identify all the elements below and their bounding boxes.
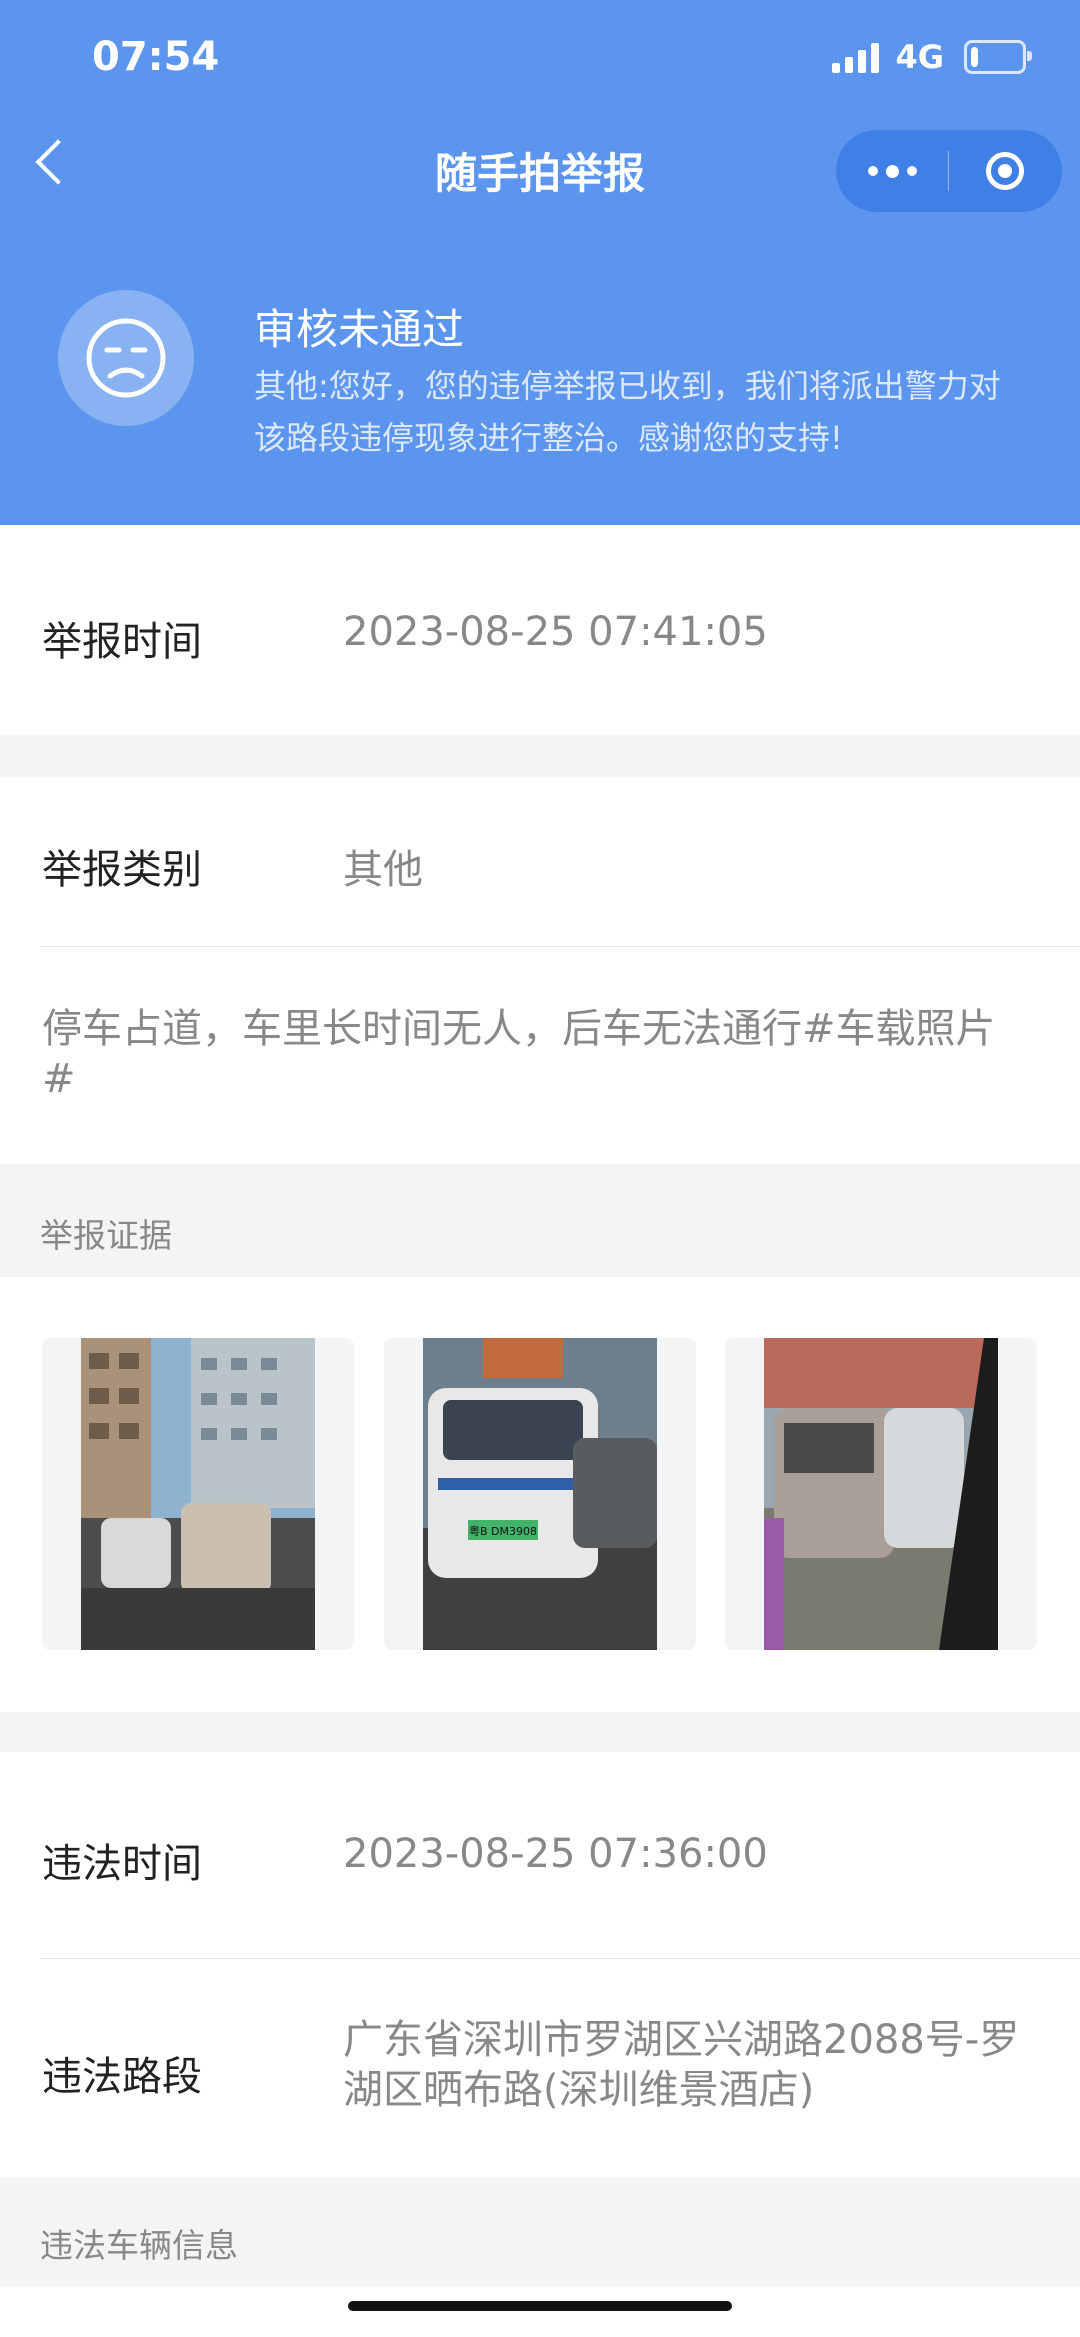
page-header: 07:54 4G 随手拍举报 审核未通过 其他:您好，您的违停举报已收到，我们将… [0, 0, 1080, 525]
vehicle-info-caption: 违法车辆信息 [40, 2226, 238, 2265]
report-time-value: 2023-08-25 07:41:05 [343, 609, 768, 655]
violation-section: 违法时间 2023-08-25 07:36:00 违法路段 广东省深圳市罗湖区兴… [0, 1752, 1080, 2177]
evidence-caption: 举报证据 [40, 1216, 172, 1255]
battery-level [971, 47, 978, 67]
mini-program-capsule [836, 130, 1062, 212]
report-time-label: 举报时间 [42, 619, 202, 665]
vehicle-info-section [0, 2287, 1080, 2337]
report-category-section: 举报类别 其他 停车占道，车里长时间无人，后车无法通行#车载照片# [0, 777, 1080, 1164]
van-front-photo: 粤B DM3908 [423, 1338, 657, 1650]
license-plate-text: 粤B DM3908 [469, 1524, 537, 1538]
evidence-photo-3[interactable] [725, 1338, 1037, 1650]
close-target-icon[interactable] [949, 152, 1061, 190]
evidence-photo-1[interactable] [42, 1338, 354, 1650]
status-time: 07:54 [92, 34, 220, 80]
street-view-photo [81, 1338, 315, 1650]
report-time-row: 举报时间 2023-08-25 07:41:05 [0, 525, 1080, 735]
evidence-photo-2[interactable]: 粤B DM3908 [384, 1338, 696, 1650]
report-description: 停车占道，车里长时间无人，后车无法通行#车载照片# [42, 1006, 996, 1102]
violation-time-value: 2023-08-25 07:36:00 [343, 1831, 768, 1877]
violation-time-label: 违法时间 [42, 1841, 202, 1887]
violation-road-value: 广东省深圳市罗湖区兴湖路2088号-罗湖区晒布路(深圳维景酒店) [343, 2017, 1020, 2113]
sad-face-icon [58, 290, 194, 426]
review-status: 审核未通过 [254, 305, 465, 354]
report-category-label: 举报类别 [42, 847, 202, 893]
signal-icon [832, 41, 880, 73]
more-icon[interactable] [836, 164, 948, 178]
violation-road-label: 违法路段 [42, 2054, 202, 2100]
network-type: 4G [895, 38, 944, 76]
vehicles-side-photo [764, 1338, 998, 1650]
home-indicator[interactable] [348, 2301, 732, 2311]
review-message: 其他:您好，您的违停举报已收到，我们将派出警力对该路段违停现象进行整治。感谢您的… [254, 367, 1001, 457]
report-category-value: 其他 [343, 847, 423, 893]
divider [40, 1958, 1080, 1959]
status-icons: 4G [832, 38, 1032, 76]
battery-icon [964, 40, 1032, 74]
divider [40, 946, 1080, 947]
